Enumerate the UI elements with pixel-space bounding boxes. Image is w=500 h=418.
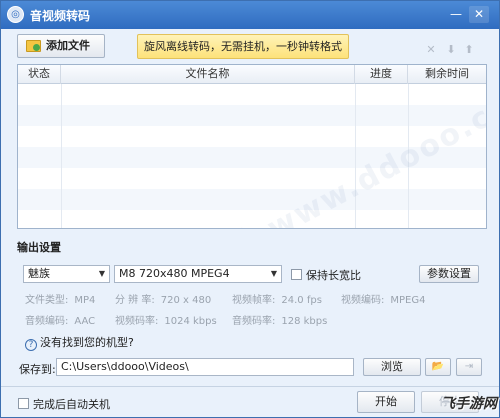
- close-button[interactable]: ✕: [469, 6, 489, 23]
- video-fps-value: 24.0 fps: [281, 295, 322, 306]
- question-icon: ?: [25, 339, 37, 351]
- add-file-label: 添加文件: [46, 39, 90, 52]
- empty-table-row: [18, 105, 486, 126]
- help-link[interactable]: ? 没有找到您的机型?: [25, 334, 134, 351]
- empty-table-row: [18, 126, 486, 147]
- empty-table-row: [18, 210, 486, 228]
- video-fps-label: 视频帧率:: [232, 295, 276, 306]
- video-codec-info: 视频编码: MPEG4: [341, 291, 425, 306]
- save-to-label: 保存到:: [19, 363, 56, 376]
- file-type-value: MP4: [74, 295, 96, 306]
- title-bar[interactable]: ◎ 音视频转码 — ✕: [1, 1, 499, 29]
- audio-codec-label: 音频编码:: [25, 316, 69, 327]
- brand-select-value: 魅族: [28, 267, 50, 280]
- empty-table-row: [18, 147, 486, 168]
- browse-button[interactable]: 浏览: [363, 358, 421, 376]
- audio-codec-value: AAC: [74, 316, 96, 327]
- app-window: ◎ 音视频转码 — ✕ 添加文件 旋风离线转码，无需挂机，一秒钟转格式 ✕ ⬇ …: [0, 0, 500, 418]
- file-list-table[interactable]: 状态 文件名称 进度 剩余时间 多多软件站 www.ddooo.com: [17, 64, 487, 229]
- open-folder-button[interactable]: 📂: [425, 358, 451, 376]
- help-link-text: 没有找到您的机型?: [40, 336, 134, 349]
- empty-table-row: [18, 189, 486, 210]
- chevron-down-icon: ▼: [270, 269, 277, 278]
- column-divider: [61, 84, 62, 228]
- audio-bitrate-info: 音频码率: 128 kbps: [232, 312, 327, 327]
- video-fps-info: 视频帧率: 24.0 fps: [232, 291, 322, 306]
- output-settings-title: 输出设置: [17, 241, 61, 254]
- audio-codec-info: 音频编码: AAC: [25, 312, 95, 327]
- parameter-settings-button[interactable]: 参数设置: [419, 265, 479, 283]
- empty-table-row: [18, 168, 486, 189]
- minimize-button[interactable]: —: [446, 6, 466, 23]
- export-icon: ⇥: [464, 361, 474, 372]
- footer-divider: [1, 386, 499, 387]
- audio-bitrate-label: 音频码率:: [232, 316, 276, 327]
- resolution-info: 分 辨 率: 720 x 480: [115, 291, 211, 306]
- keep-ratio-label[interactable]: 保持长宽比: [306, 267, 361, 283]
- file-type-label: 文件类型:: [25, 295, 69, 306]
- move-down-icon[interactable]: ⬇: [445, 43, 457, 56]
- column-divider: [408, 84, 409, 228]
- add-file-button[interactable]: 添加文件: [17, 34, 105, 58]
- site-logo: 飞手游网: [441, 396, 497, 412]
- audio-bitrate-value: 128 kbps: [281, 316, 328, 327]
- speech-bubble-icon: ◎: [7, 6, 24, 23]
- export-button[interactable]: ⇥: [456, 358, 482, 376]
- model-select[interactable]: M8 720x480 MPEG4 ▼: [114, 265, 282, 283]
- video-codec-label: 视频编码:: [341, 295, 385, 306]
- empty-table-row: [18, 84, 486, 105]
- resolution-value: 720 x 480: [160, 295, 212, 306]
- keep-ratio-checkbox[interactable]: [291, 269, 302, 280]
- table-header: 状态 文件名称 进度 剩余时间: [18, 65, 486, 84]
- column-header-remaining-time[interactable]: 剩余时间: [408, 65, 486, 84]
- brand-select[interactable]: 魅族 ▼: [23, 265, 110, 283]
- window-title: 音视频转码: [30, 9, 91, 23]
- video-bitrate-value: 1024 kbps: [164, 316, 217, 327]
- remove-icon[interactable]: ✕: [425, 43, 437, 56]
- chevron-down-icon: ▼: [98, 269, 105, 278]
- column-divider: [355, 84, 356, 228]
- add-folder-icon: [26, 40, 41, 52]
- save-path-input[interactable]: C:\Users\ddooo\Videos\: [56, 358, 354, 376]
- video-bitrate-label: 视频码率:: [115, 316, 159, 327]
- column-header-progress[interactable]: 进度: [355, 65, 408, 84]
- promo-banner-button[interactable]: 旋风离线转码，无需挂机，一秒钟转格式: [137, 34, 349, 59]
- model-select-value: M8 720x480 MPEG4: [119, 267, 230, 280]
- video-codec-value: MPEG4: [390, 295, 426, 306]
- resolution-label: 分 辨 率:: [115, 295, 155, 306]
- auto-shutdown-label[interactable]: 完成后自动关机: [33, 396, 110, 412]
- video-bitrate-info: 视频码率: 1024 kbps: [115, 312, 217, 327]
- auto-shutdown-checkbox[interactable]: [18, 398, 29, 409]
- column-header-filename[interactable]: 文件名称: [61, 65, 355, 84]
- file-type-info: 文件类型: MP4: [25, 291, 95, 306]
- move-up-icon[interactable]: ⬆: [463, 43, 475, 56]
- column-header-status[interactable]: 状态: [18, 65, 61, 84]
- folder-open-icon: 📂: [431, 361, 445, 372]
